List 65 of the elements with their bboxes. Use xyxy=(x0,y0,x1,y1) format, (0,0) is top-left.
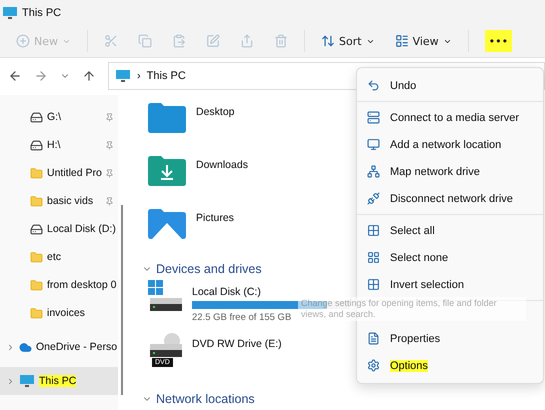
desktop-folder-icon xyxy=(148,103,186,133)
scissors-icon xyxy=(104,34,118,48)
plus-icon xyxy=(16,34,30,48)
up-icon[interactable] xyxy=(82,69,96,84)
more-options-button[interactable]: ••• xyxy=(484,30,512,52)
sort-arrows-icon xyxy=(321,34,335,48)
forward-icon[interactable] xyxy=(34,69,48,84)
drive-name[interactable]: Local Disk (C:) xyxy=(192,286,350,298)
folder-icon xyxy=(30,250,43,264)
folder-icon xyxy=(30,278,43,292)
path-text: This PC xyxy=(146,70,186,82)
section-header[interactable]: Network locations xyxy=(142,388,545,410)
menu-item[interactable]: Disconnect network drive xyxy=(357,185,543,212)
pin-icon xyxy=(105,168,114,178)
undo-icon xyxy=(367,79,380,92)
menu-item[interactable]: Select all xyxy=(357,217,543,244)
cloud-icon xyxy=(19,340,32,354)
menu-item[interactable]: Connect to a media server xyxy=(357,104,543,131)
window-title: This PC xyxy=(22,6,62,19)
menu-item[interactable]: Invert selection xyxy=(357,271,543,298)
view-button[interactable]: View xyxy=(386,30,460,52)
trash-icon xyxy=(274,34,288,48)
back-icon[interactable] xyxy=(8,69,22,84)
menu-item[interactable]: Properties xyxy=(357,325,543,352)
pin-icon xyxy=(105,140,114,150)
share-icon xyxy=(240,34,254,48)
clipboard-icon xyxy=(172,34,186,48)
folder-icon xyxy=(30,306,43,320)
folder-icon xyxy=(30,166,43,180)
downloads-folder-icon xyxy=(148,156,186,186)
system-drive-icon xyxy=(148,280,184,312)
copy-icon xyxy=(138,34,152,48)
sidebar-item[interactable]: invoices xyxy=(0,299,118,327)
drive-name[interactable]: DVD RW Drive (E:) xyxy=(192,338,282,350)
sidebar-item[interactable]: This PC xyxy=(0,367,118,395)
computer-icon xyxy=(115,68,131,84)
sidebar-item[interactable]: G:\ xyxy=(0,103,118,131)
expand-icon[interactable] xyxy=(6,376,15,386)
path-separator: › xyxy=(137,70,141,82)
sidebar-item[interactable]: H:\ xyxy=(0,131,118,159)
sidebar-item[interactable]: etc xyxy=(0,243,118,271)
menu-item[interactable]: Map network drive xyxy=(357,158,543,185)
computer-icon xyxy=(2,4,18,21)
pencil-icon xyxy=(206,34,220,48)
menu-item[interactable]: Options xyxy=(357,352,543,379)
free-space: 22.5 GB free of 155 GB xyxy=(192,312,292,323)
menu-item[interactable]: Add a network location xyxy=(357,131,543,158)
list-icon xyxy=(394,34,409,48)
menu-item[interactable]: Select none xyxy=(357,244,543,271)
sidebar-item[interactable]: OneDrive - Perso xyxy=(0,333,118,361)
sidebar-item[interactable]: Untitled Pro xyxy=(0,159,118,187)
sort-button[interactable]: Sort xyxy=(313,30,383,52)
sidebar-item[interactable]: from desktop 0 xyxy=(0,271,118,299)
computer-icon xyxy=(19,373,35,389)
sidebar-item[interactable]: Local Disk (D:) xyxy=(0,215,118,243)
sidebar-item[interactable]: basic vids xyxy=(0,187,118,215)
expand-icon[interactable] xyxy=(6,342,15,352)
disconnect-icon xyxy=(367,192,380,205)
drive-icon xyxy=(30,110,43,124)
folder-icon xyxy=(30,194,43,208)
pin-icon xyxy=(105,112,114,122)
drive-icon xyxy=(30,138,43,152)
settings-icon xyxy=(367,359,380,372)
pin-icon xyxy=(105,196,114,206)
pictures-folder-icon xyxy=(148,209,186,239)
